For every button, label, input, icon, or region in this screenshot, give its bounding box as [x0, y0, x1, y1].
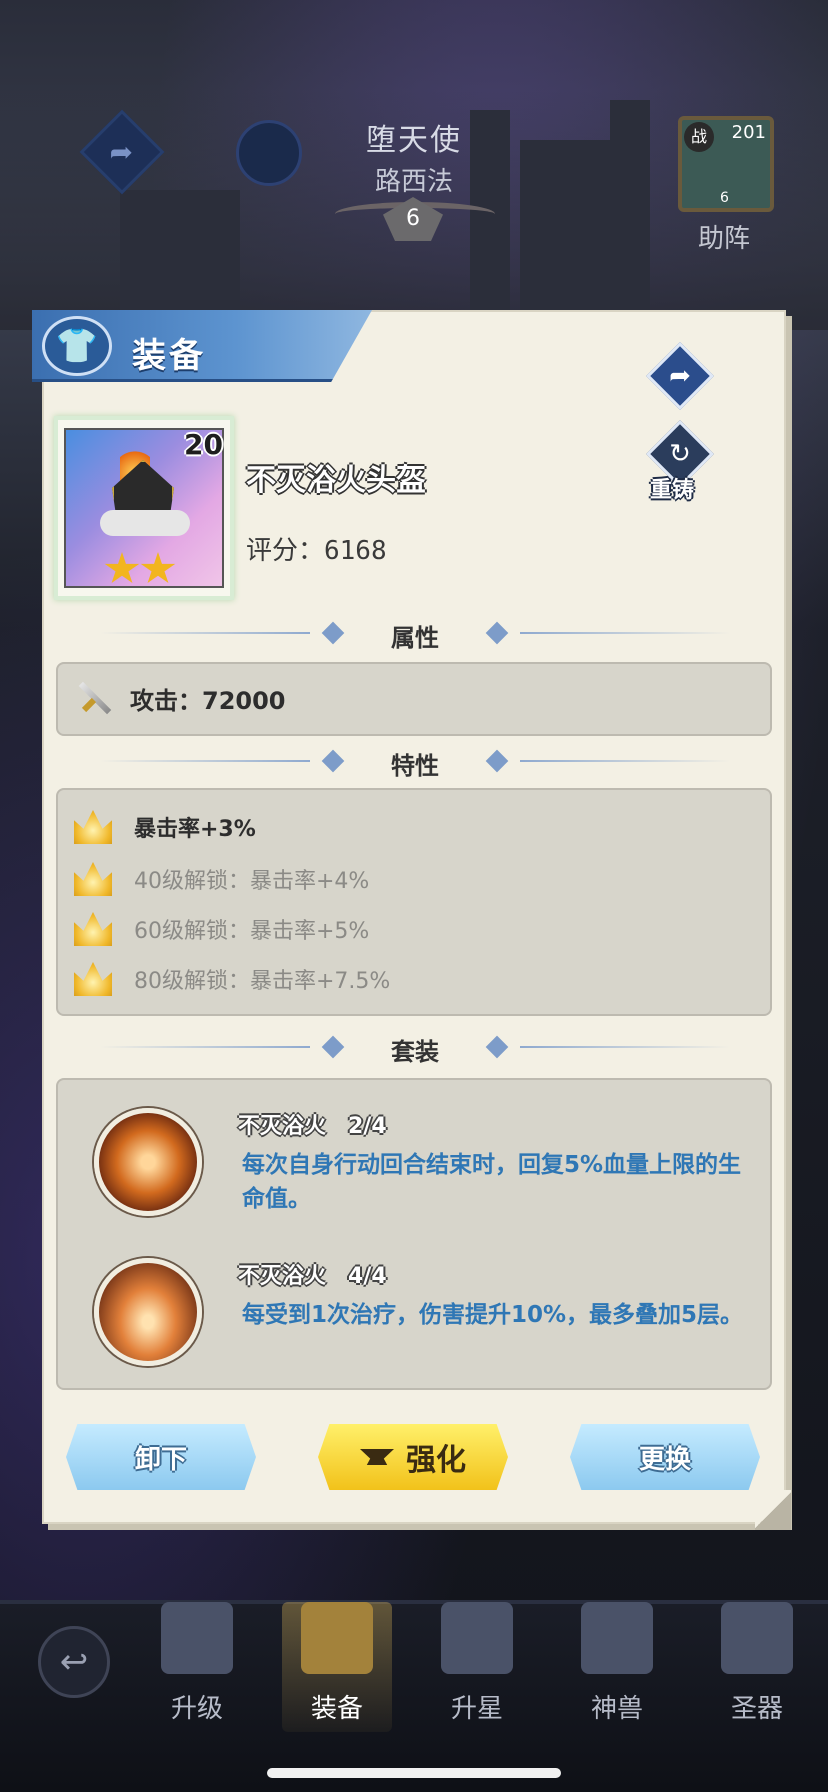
shirt-icon: 👕: [42, 316, 112, 376]
attribute-row: 攻击：72000: [76, 680, 286, 716]
fire-pillar-icon: [94, 1258, 202, 1366]
nav-label: 圣器: [730, 1694, 783, 1724]
crown-icon: [74, 962, 112, 996]
nav-label: 神兽: [590, 1694, 643, 1724]
section-title: 属性: [391, 624, 439, 652]
nav-item-upgrade[interactable]: 升级: [142, 1602, 252, 1732]
section-title: 套装: [391, 1038, 439, 1066]
home-indicator[interactable]: [267, 1768, 561, 1778]
trait-row: 60级解锁：暴击率+5%: [74, 912, 369, 946]
nav-item-beast[interactable]: 神兽: [562, 1602, 672, 1732]
panel-title: 装备: [132, 336, 206, 376]
section-divider-traits: 特性: [100, 746, 730, 780]
trait-row: 40级解锁：暴击率+4%: [74, 862, 369, 896]
nav-label: 升级: [170, 1694, 223, 1724]
refresh-icon: ↻: [669, 439, 691, 469]
crown-icon: [74, 862, 112, 896]
replace-button[interactable]: 更换: [570, 1424, 760, 1490]
section-title: 特性: [391, 752, 439, 780]
upgrade-icon: [161, 1602, 233, 1674]
book-icon: [721, 1602, 793, 1674]
section-divider-set: 套装: [100, 1032, 730, 1066]
trait-row: 暴击率+3%: [74, 810, 256, 844]
item-name: 不灭浴火头盔: [246, 463, 426, 498]
fire-ring-icon: [94, 1108, 202, 1216]
helper-badge: 战: [684, 122, 714, 152]
unequip-label: 卸下: [134, 1444, 187, 1475]
helper-avatar: 战 201 6: [678, 116, 774, 212]
set-title: 不灭浴火 2/4: [238, 1114, 387, 1139]
enhance-label: 强化: [406, 1443, 466, 1478]
set-title: 不灭浴火 4/4: [238, 1264, 387, 1289]
back-button[interactable]: ↩: [38, 1626, 110, 1698]
anvil-icon: [360, 1449, 394, 1465]
helper-label: 助阵: [698, 224, 751, 254]
helper-stars: 6: [720, 190, 729, 206]
item-level: 20: [184, 428, 223, 461]
unequip-button[interactable]: 卸下: [66, 1424, 256, 1490]
trait-row: 80级解锁：暴击率+7.5%: [74, 962, 390, 996]
nav-item-artifact[interactable]: 圣器: [702, 1602, 812, 1732]
item-score: 评分：6168: [246, 536, 387, 566]
section-divider-attributes: 属性: [100, 618, 730, 652]
crown-icon: [74, 810, 112, 844]
panel-page-curl: [755, 1490, 791, 1530]
armor-icon: [301, 1602, 373, 1674]
nav-label: 升星: [450, 1694, 503, 1724]
trait-text: 80级解锁：暴击率+7.5%: [134, 969, 391, 994]
cloud-icon: [100, 510, 190, 536]
helper-level: 201: [731, 122, 766, 143]
reforge-label[interactable]: 重铸: [650, 472, 694, 504]
set-description: 每受到1次治疗，伤害提升10%，最多叠加5层。: [242, 1302, 744, 1328]
enhance-button[interactable]: 强化: [318, 1424, 508, 1490]
trait-text: 暴击率+3%: [134, 817, 256, 842]
set-description: 每次自身行动回合结束时，回复5%血量上限的生命值。: [242, 1152, 742, 1212]
star-shield-icon: [441, 1602, 513, 1674]
nav-item-equipment[interactable]: 装备: [282, 1602, 392, 1732]
nav-label: 装备: [310, 1694, 363, 1724]
crown-icon: [74, 912, 112, 946]
replace-label: 更换: [638, 1444, 691, 1475]
trait-text: 60级解锁：暴击率+5%: [134, 919, 370, 944]
share-icon: ➦: [669, 361, 691, 391]
attribute-text: 攻击：72000: [130, 686, 286, 715]
back-arrow-icon: ↩: [59, 1642, 89, 1682]
sword-icon: [76, 680, 112, 716]
trait-text: 40级解锁：暴击率+4%: [134, 869, 370, 894]
nav-item-star-up[interactable]: 升星: [422, 1602, 532, 1732]
wing-icon: [581, 1602, 653, 1674]
